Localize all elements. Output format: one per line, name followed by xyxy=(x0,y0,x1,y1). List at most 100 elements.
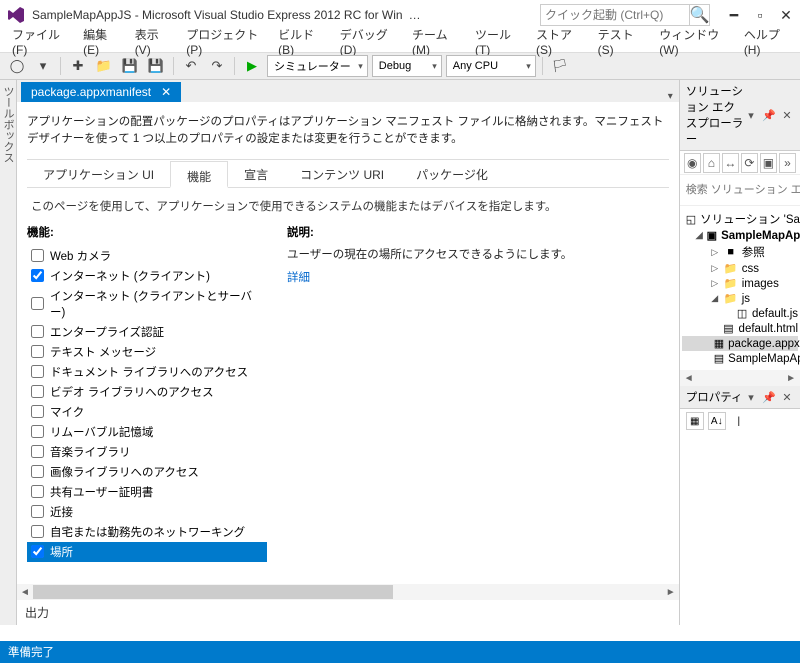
categorized-icon[interactable]: ▦ xyxy=(686,412,704,430)
tree-twisty-icon[interactable]: ◢ xyxy=(710,293,720,304)
tree-twisty-icon[interactable]: ▷ xyxy=(710,247,720,258)
scrollbar-thumb[interactable] xyxy=(33,585,393,599)
se-refresh-icon[interactable]: ⟳ xyxy=(741,153,758,173)
panel-dropdown-icon[interactable]: ▾ xyxy=(744,108,758,122)
back-button[interactable]: ◯ xyxy=(6,55,28,77)
menu-item[interactable]: 表示(V) xyxy=(127,24,177,59)
tree-node[interactable]: ◢▣SampleMapAppJS xyxy=(682,228,798,243)
menu-item[interactable]: テスト(S) xyxy=(590,24,650,59)
menu-item[interactable]: デバッグ(D) xyxy=(332,24,402,59)
se-more-icon[interactable]: » xyxy=(779,153,796,173)
capability-checkbox[interactable] xyxy=(31,365,44,378)
capability-item[interactable]: ドキュメント ライブラリへのアクセス xyxy=(27,362,267,382)
solution-search-input[interactable] xyxy=(684,182,800,198)
capability-item[interactable]: エンタープライズ認証 xyxy=(27,322,267,342)
tree-node[interactable]: ◢📁js xyxy=(682,291,798,306)
capability-checkbox[interactable] xyxy=(31,505,44,518)
se-home2-icon[interactable]: ⌂ xyxy=(703,153,720,173)
menu-item[interactable]: ストア(S) xyxy=(528,24,588,59)
capability-checkbox[interactable] xyxy=(31,297,44,310)
capability-item[interactable]: 場所 xyxy=(27,542,267,562)
tree-twisty-icon[interactable]: ▷ xyxy=(710,278,720,289)
tree-node[interactable]: ◱ソリューション 'SampleMapAppJS' ( xyxy=(682,210,798,228)
se-home-icon[interactable]: ◉ xyxy=(684,153,701,173)
capability-checkbox[interactable] xyxy=(31,425,44,438)
open-button[interactable]: 📁 xyxy=(93,55,115,77)
se-sync-icon[interactable]: ↔ xyxy=(722,153,739,173)
undo-button[interactable]: ↶ xyxy=(180,55,202,77)
tree-node[interactable]: ▤default.html xyxy=(682,321,798,336)
menu-item[interactable]: 編集(E) xyxy=(75,24,125,59)
manifest-tab[interactable]: 宣言 xyxy=(228,160,284,187)
maximize-button[interactable]: ▫ xyxy=(752,7,768,23)
capability-checkbox[interactable] xyxy=(31,345,44,358)
tree-twisty-icon[interactable]: ▷ xyxy=(710,263,720,274)
capability-checkbox[interactable] xyxy=(31,485,44,498)
panel-close-icon[interactable]: ✕ xyxy=(780,108,794,122)
capability-checkbox[interactable] xyxy=(31,269,44,282)
minimize-button[interactable]: ━ xyxy=(726,7,742,23)
play-icon[interactable]: ▶ xyxy=(241,55,263,77)
new-button[interactable]: ✚ xyxy=(67,55,89,77)
redo-button[interactable]: ↷ xyxy=(206,55,228,77)
capability-checkbox[interactable] xyxy=(31,445,44,458)
capability-checkbox[interactable] xyxy=(31,465,44,478)
capability-item[interactable]: Web カメラ xyxy=(27,246,267,266)
output-panel-label[interactable]: 出力 xyxy=(17,600,679,625)
tree-node[interactable]: ▷■参照 xyxy=(682,243,798,261)
scroll-left-icon[interactable]: ◄ xyxy=(17,587,33,598)
menu-item[interactable]: プロジェクト(P) xyxy=(178,24,268,59)
manifest-tab[interactable]: アプリケーション UI xyxy=(27,160,170,187)
tree-node[interactable]: ◫default.js xyxy=(682,306,798,321)
tree-twisty-icon[interactable]: ◢ xyxy=(696,230,703,241)
alphabetical-icon[interactable]: A↓ xyxy=(708,412,726,430)
tree-node[interactable]: ▷📁css xyxy=(682,261,798,276)
doc-tabs-overflow-icon[interactable]: ▾ xyxy=(668,91,679,102)
solution-hscroll[interactable]: ◄► xyxy=(680,370,800,386)
capability-item[interactable]: マイク xyxy=(27,402,267,422)
scroll-right-icon[interactable]: ► xyxy=(663,587,679,598)
panel-close-icon[interactable]: ✕ xyxy=(780,390,794,404)
se-showall-icon[interactable]: ▣ xyxy=(760,153,777,173)
capability-checkbox[interactable] xyxy=(31,545,44,558)
capability-checkbox[interactable] xyxy=(31,325,44,338)
capability-item[interactable]: テキスト メッセージ xyxy=(27,342,267,362)
config-dropdown[interactable]: Debug xyxy=(372,55,442,77)
capability-item[interactable]: インターネット (クライアントとサーバー) xyxy=(27,286,267,322)
extra-toolbar-button[interactable]: 🏳 xyxy=(549,55,571,77)
tree-node[interactable]: ▷📁images xyxy=(682,276,798,291)
manifest-tab[interactable]: パッケージ化 xyxy=(400,160,504,187)
manifest-tab[interactable]: 機能 xyxy=(170,161,228,188)
capability-item[interactable]: ビデオ ライブラリへのアクセス xyxy=(27,382,267,402)
capability-item[interactable]: 音楽ライブラリ xyxy=(27,442,267,462)
capability-checkbox[interactable] xyxy=(31,249,44,262)
capability-item[interactable]: リムーバブル記憶域 xyxy=(27,422,267,442)
capability-checkbox[interactable] xyxy=(31,525,44,538)
document-tab-appxmanifest[interactable]: package.appxmanifest ✕ xyxy=(21,82,181,102)
save-button[interactable]: 💾 xyxy=(119,55,141,77)
capability-item[interactable]: 共有ユーザー証明書 xyxy=(27,482,267,502)
capability-checkbox[interactable] xyxy=(31,385,44,398)
menu-item[interactable]: ヘルプ(H) xyxy=(736,24,796,59)
close-tab-icon[interactable]: ✕ xyxy=(161,85,171,99)
menu-item[interactable]: ファイル(F) xyxy=(4,24,73,59)
menu-item[interactable]: ビルド(B) xyxy=(270,24,330,59)
horizontal-scrollbar[interactable]: ◄ ► xyxy=(17,584,679,600)
more-info-link[interactable]: 詳細 xyxy=(287,272,310,284)
manifest-tab[interactable]: コンテンツ URI xyxy=(284,160,400,187)
pin-icon[interactable]: 📌 xyxy=(762,390,776,404)
capability-item[interactable]: 画像ライブラリへのアクセス xyxy=(27,462,267,482)
panel-dropdown-icon[interactable]: ▾ xyxy=(744,390,758,404)
menu-item[interactable]: ツール(T) xyxy=(467,24,526,59)
capability-item[interactable]: 自宅または勤務先のネットワーキング xyxy=(27,522,267,542)
pin-icon[interactable]: 📌 xyxy=(762,108,776,122)
close-button[interactable]: ✕ xyxy=(778,7,794,23)
tree-node[interactable]: ▦package.appxmanifest xyxy=(682,336,798,351)
toolbox-tab[interactable]: ツールボックス xyxy=(0,80,17,625)
platform-dropdown[interactable]: Any CPU xyxy=(446,55,536,77)
capability-item[interactable]: インターネット (クライアント) xyxy=(27,266,267,286)
capability-checkbox[interactable] xyxy=(31,405,44,418)
menu-item[interactable]: ウィンドウ(W) xyxy=(651,24,734,59)
saveall-button[interactable]: 💾 xyxy=(145,55,167,77)
capability-item[interactable]: 近接 xyxy=(27,502,267,522)
